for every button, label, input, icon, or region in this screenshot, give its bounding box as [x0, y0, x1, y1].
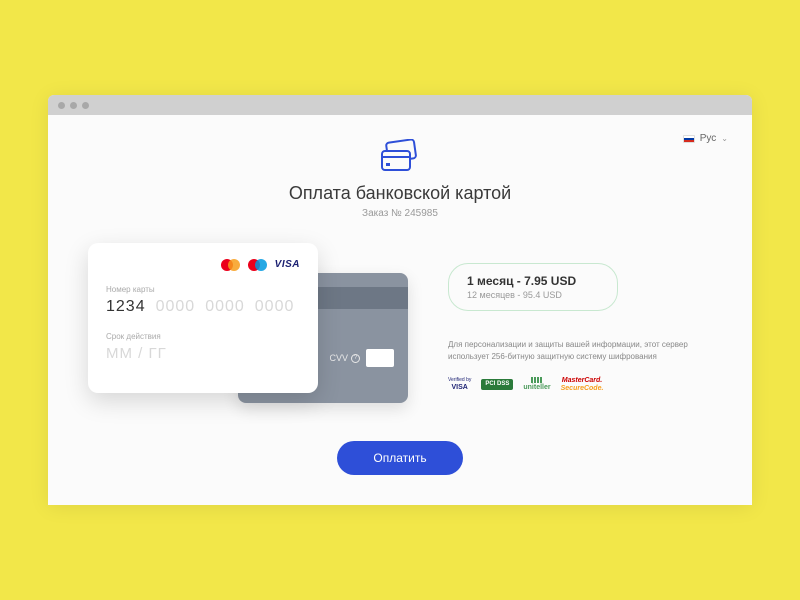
card-front: VISA Номер карты 1234 0000 0000 0000 Сро…	[88, 243, 318, 393]
card-number-group-2: 0000	[156, 298, 196, 316]
card-number-label: Номер карты	[106, 285, 300, 294]
card-brands: VISA	[106, 259, 300, 271]
expiry-input[interactable]: ММ / ГГ	[106, 345, 300, 362]
security-badges: Verified by VISA PCI DSS uniteller Maste…	[448, 377, 712, 392]
plan-selector[interactable]: 1 месяц - 7.95 USD 12 месяцев - 95.4 USD	[448, 263, 618, 311]
page-header: Оплата банковской картой Заказ № 245985	[88, 139, 712, 219]
main-content: CVV ? VISA	[88, 243, 712, 433]
cvv-help-icon[interactable]: ?	[351, 354, 360, 363]
browser-window: Рус ⌄ Оплата банковской картой Заказ № 2…	[48, 95, 752, 505]
plan-primary: 1 месяц - 7.95 USD	[467, 274, 599, 288]
verified-by-visa-badge: Verified by VISA	[448, 378, 471, 391]
chevron-down-icon: ⌄	[721, 134, 728, 143]
expiry-label: Срок действия	[106, 332, 300, 341]
uniteller-badge: uniteller	[523, 377, 550, 392]
window-dot-minimize[interactable]	[70, 102, 77, 109]
pci-dss-badge: PCI DSS	[481, 379, 513, 390]
visa-icon: VISA	[275, 259, 300, 271]
language-label: Рус	[700, 133, 717, 144]
plan-secondary: 12 месяцев - 95.4 USD	[467, 290, 599, 300]
window-dot-close[interactable]	[58, 102, 65, 109]
card-number-group-3: 0000	[205, 298, 245, 316]
maestro-icon	[248, 259, 267, 271]
window-content: Рус ⌄ Оплата банковской картой Заказ № 2…	[48, 115, 752, 505]
mastercard-icon	[221, 259, 240, 271]
card-number-group-4: 0000	[255, 298, 295, 316]
mastercard-securecode-badge: MasterCard. SecureCode.	[561, 377, 604, 392]
window-dot-maximize[interactable]	[82, 102, 89, 109]
pay-button[interactable]: Оплатить	[337, 441, 462, 475]
plan-column: 1 месяц - 7.95 USD 12 месяцев - 95.4 USD…	[448, 243, 712, 392]
order-number: Заказ № 245985	[88, 208, 712, 219]
card-number-group-1: 1234	[106, 298, 146, 316]
cvv-input[interactable]	[366, 349, 394, 367]
language-picker[interactable]: Рус ⌄	[683, 133, 728, 144]
cards-icon	[88, 139, 712, 173]
flag-russia-icon	[683, 135, 695, 143]
card-number-input[interactable]: 1234 0000 0000 0000	[106, 298, 300, 316]
window-titlebar	[48, 95, 752, 115]
page-title: Оплата банковской картой	[88, 183, 712, 204]
cvv-label: CVV ?	[329, 353, 360, 363]
card-visual: CVV ? VISA	[88, 243, 408, 433]
security-text: Для персонализации и защиты вашей информ…	[448, 339, 688, 363]
